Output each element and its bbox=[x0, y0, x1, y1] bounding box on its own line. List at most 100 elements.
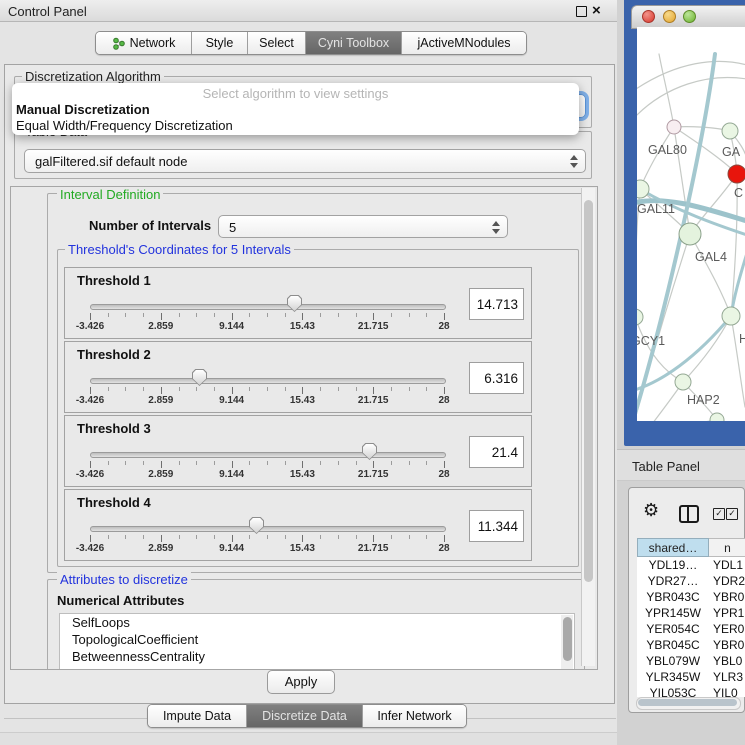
table-row[interactable]: YIL053CYIL0 bbox=[637, 685, 745, 697]
slider-tick bbox=[90, 387, 91, 394]
slider-tick bbox=[143, 461, 144, 465]
gear-icon[interactable]: ⚙ bbox=[643, 500, 659, 521]
network-edge[interactable] bbox=[637, 54, 715, 421]
table-row[interactable]: YER054CYER0 bbox=[637, 621, 745, 637]
slider-tick bbox=[444, 461, 445, 468]
horizontal-scrollbar[interactable] bbox=[636, 697, 741, 710]
slider-track[interactable] bbox=[90, 452, 446, 458]
list-scrollbar[interactable] bbox=[561, 615, 573, 669]
slider-tick bbox=[444, 535, 445, 542]
columns-icon[interactable] bbox=[679, 505, 699, 523]
tab-label: Cyni Toolbox bbox=[318, 36, 389, 50]
slider-tick bbox=[179, 535, 180, 539]
number-of-intervals-combobox[interactable]: 5 bbox=[218, 215, 508, 238]
network-node[interactable] bbox=[675, 374, 691, 390]
tab-jactivemnodules[interactable]: jActiveMNodules bbox=[402, 32, 526, 54]
slider-tick bbox=[196, 313, 197, 317]
slider-tick bbox=[426, 313, 427, 317]
close-traffic-light[interactable] bbox=[642, 10, 655, 23]
algorithm-option-equal-width[interactable]: Equal Width/Frequency Discretization bbox=[16, 118, 233, 133]
network-node[interactable] bbox=[722, 123, 738, 139]
attribute-list-item[interactable]: TopologicalCoefficient bbox=[60, 631, 574, 648]
slider-tick bbox=[320, 313, 321, 317]
network-node[interactable] bbox=[679, 223, 701, 245]
slider-tick bbox=[391, 461, 392, 465]
table-row[interactable]: YDR27…YDR2 bbox=[637, 573, 745, 589]
tab-label: Infer Network bbox=[377, 709, 451, 723]
slider-tick bbox=[232, 461, 233, 468]
slider-tick-label: -3.426 bbox=[76, 395, 104, 406]
network-edge[interactable] bbox=[690, 234, 731, 316]
network-node[interactable] bbox=[637, 309, 643, 325]
network-edge[interactable] bbox=[637, 420, 717, 421]
slider-tick bbox=[285, 535, 286, 539]
network-view-window: GAL80GACGAL11GAL4GCY1HHAP2 bbox=[624, 0, 745, 446]
tab-cyni-toolbox[interactable]: Cyni Toolbox bbox=[306, 32, 402, 54]
numerical-attributes-list[interactable]: SelfLoopsTopologicalCoefficientBetweenne… bbox=[59, 613, 575, 670]
network-node[interactable] bbox=[722, 307, 740, 325]
panel-scrollbar[interactable] bbox=[581, 188, 595, 666]
float-window-icon[interactable] bbox=[576, 6, 587, 17]
slider-track[interactable] bbox=[90, 304, 446, 310]
network-edge[interactable] bbox=[637, 234, 690, 421]
network-window-titlebar[interactable] bbox=[631, 5, 745, 29]
network-edge[interactable] bbox=[641, 382, 683, 421]
slider-track[interactable] bbox=[90, 378, 446, 384]
column-header-name[interactable]: n bbox=[709, 538, 745, 557]
checkbox-icon[interactable]: ✓ bbox=[726, 508, 738, 520]
tab-discretize-data[interactable]: Discretize Data bbox=[247, 705, 363, 727]
attribute-list-item[interactable]: SelfLoops bbox=[60, 614, 574, 631]
zoom-traffic-light[interactable] bbox=[683, 10, 696, 23]
network-edge[interactable] bbox=[637, 61, 745, 91]
apply-button[interactable]: Apply bbox=[267, 670, 335, 694]
close-icon[interactable]: × bbox=[592, 2, 601, 19]
minimize-traffic-light[interactable] bbox=[663, 10, 676, 23]
network-edge[interactable] bbox=[640, 127, 674, 189]
tab-style[interactable]: Style bbox=[192, 32, 248, 54]
cell-name: YBL0 bbox=[709, 653, 745, 669]
slider-tick bbox=[338, 461, 339, 465]
slider-tick-label: 2.859 bbox=[148, 395, 173, 406]
network-edge[interactable] bbox=[731, 316, 745, 407]
network-edge[interactable] bbox=[637, 78, 745, 119]
threshold-value-input[interactable] bbox=[469, 510, 524, 542]
table-row[interactable]: YBR043CYBR0 bbox=[637, 589, 745, 605]
table-row[interactable]: YLR345WYLR3 bbox=[637, 669, 745, 685]
slider-tick-label: -3.426 bbox=[76, 469, 104, 480]
network-canvas[interactable]: GAL80GACGAL11GAL4GCY1HHAP2 bbox=[637, 27, 745, 421]
column-header-shared-name[interactable]: shared… bbox=[637, 538, 709, 557]
slider-tick bbox=[125, 535, 126, 539]
slider-tick-label: 21.715 bbox=[358, 469, 389, 480]
network-node[interactable] bbox=[667, 120, 681, 134]
table-row[interactable]: YBR045CYBR0 bbox=[637, 637, 745, 653]
tab-network[interactable]: Network bbox=[96, 32, 192, 54]
table-row[interactable]: YPR145WYPR1 bbox=[637, 605, 745, 621]
scrollbar-thumb[interactable] bbox=[638, 699, 737, 706]
algorithm-prompt-option[interactable]: Select algorithm to view settings bbox=[12, 86, 579, 101]
numerical-attributes-label: Numerical Attributes bbox=[57, 593, 184, 608]
table-row[interactable]: YBL079WYBL0 bbox=[637, 653, 745, 669]
slider-tick bbox=[196, 535, 197, 539]
cell-name: YDR2 bbox=[709, 573, 745, 589]
threshold-value-input[interactable] bbox=[469, 362, 524, 394]
threshold-value-input[interactable] bbox=[469, 288, 524, 320]
tab-label: Select bbox=[259, 36, 294, 50]
tab-select[interactable]: Select bbox=[248, 32, 306, 54]
slider-tick bbox=[108, 387, 109, 391]
tab-impute-data[interactable]: Impute Data bbox=[148, 705, 247, 727]
attribute-list-item[interactable]: BetweennessCentrality bbox=[60, 648, 574, 665]
tab-infer-network[interactable]: Infer Network bbox=[363, 705, 466, 727]
table-row[interactable]: YDL19…YDL1 bbox=[637, 557, 745, 573]
scrollbar-thumb[interactable] bbox=[584, 200, 593, 582]
slider-tick bbox=[108, 313, 109, 317]
slider-track[interactable] bbox=[90, 526, 446, 532]
algorithm-option-manual[interactable]: Manual Discretization bbox=[16, 102, 150, 117]
network-node[interactable] bbox=[728, 165, 745, 183]
checkbox-icon[interactable]: ✓ bbox=[713, 508, 725, 520]
scrollbar-thumb[interactable] bbox=[563, 617, 572, 661]
slider-tick bbox=[409, 313, 410, 317]
threshold-value-input[interactable] bbox=[469, 436, 524, 468]
network-icon bbox=[112, 37, 126, 50]
table-data-combobox[interactable]: galFiltered.sif default node bbox=[24, 149, 586, 173]
tab-label: Impute Data bbox=[163, 709, 231, 723]
